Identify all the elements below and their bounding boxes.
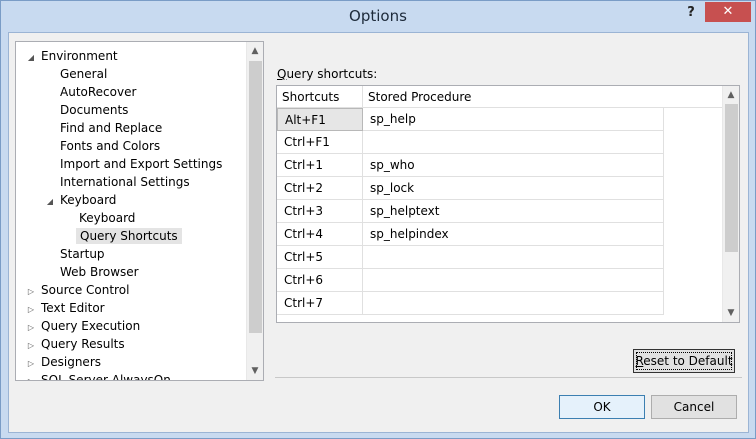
column-header-stored-procedure[interactable]: Stored Procedure (363, 86, 722, 108)
scroll-up-icon[interactable]: ▲ (723, 87, 739, 103)
tree-item-label: General (60, 67, 108, 81)
stored-procedure-cell[interactable]: sp_who (363, 154, 664, 177)
stored-procedure-cell[interactable]: sp_help (363, 108, 664, 131)
tree-item[interactable]: AutoRecover (43, 83, 139, 101)
stored-procedure-cell[interactable] (363, 131, 664, 154)
tree-item-label: Fonts and Colors (60, 139, 161, 153)
tree-item-label: Source Control (41, 283, 130, 297)
stored-procedure-cell[interactable]: sp_helptext (363, 200, 664, 223)
dialog-body: ◢ Environment General AutoRecover Documents F… (8, 32, 749, 433)
shortcut-cell[interactable]: Ctrl+4 (277, 223, 363, 246)
help-button[interactable]: ? (681, 4, 701, 24)
tree-item-label: Environment (41, 49, 118, 63)
cancel-button[interactable]: Cancel (651, 395, 737, 419)
shortcut-cell[interactable]: Alt+F1 (277, 108, 363, 131)
tree-item-label: Documents (60, 103, 129, 117)
grid-header: Shortcuts Stored Procedure (277, 86, 722, 108)
table-row[interactable]: Ctrl+2 sp_lock (277, 177, 664, 200)
shortcut-cell[interactable]: Ctrl+5 (277, 246, 363, 269)
collapse-arrow-icon[interactable]: ◢ (43, 193, 57, 211)
tree-item-label: AutoRecover (60, 85, 137, 99)
tree-item[interactable]: ▷SQL Server AlwaysOn (24, 371, 174, 381)
table-row[interactable]: Ctrl+1 sp_who (277, 154, 664, 177)
tree-item[interactable]: Import and Export Settings (43, 155, 225, 173)
tree-item[interactable]: ▷ Query Results (24, 335, 128, 353)
tree-item[interactable]: Find and Replace (43, 119, 165, 137)
tree-item-label: Keyboard (79, 211, 136, 225)
tree-item[interactable]: Web Browser (43, 263, 142, 281)
tree-item[interactable]: Fonts and Colors (43, 137, 163, 155)
shortcut-cell[interactable]: Ctrl+F1 (277, 131, 363, 154)
tree-item[interactable]: ▷ Text Editor (24, 299, 108, 317)
shortcut-cell[interactable]: Ctrl+6 (277, 269, 363, 292)
stored-procedure-cell[interactable] (363, 269, 664, 292)
scroll-thumb[interactable] (725, 104, 738, 252)
tree-item[interactable]: General (43, 65, 110, 83)
table-row[interactable]: Ctrl+5 (277, 246, 664, 269)
tree-item-label: SQL Server AlwaysOn (41, 373, 171, 381)
collapse-arrow-icon[interactable]: ◢ (24, 49, 38, 67)
tree-item[interactable]: Startup (43, 245, 108, 263)
tree-item[interactable]: ◢ Environment (24, 47, 121, 65)
separator (275, 377, 742, 378)
tree-item-label: Text Editor (41, 301, 105, 315)
tree-item[interactable]: Documents (43, 101, 131, 119)
tree-item[interactable]: Query Shortcuts (62, 227, 182, 245)
tree-item-label: Find and Replace (60, 121, 163, 135)
ok-button[interactable]: OK (559, 395, 645, 419)
table-row[interactable]: Ctrl+F1 (277, 131, 664, 154)
tree-item-label: Startup (60, 247, 105, 261)
tree-item[interactable]: ◢ Keyboard (43, 191, 119, 209)
scroll-down-icon[interactable]: ▼ (247, 363, 263, 379)
table-row[interactable]: Ctrl+7 (277, 292, 664, 315)
column-header-shortcuts[interactable]: Shortcuts (277, 86, 363, 108)
options-tree[interactable]: ◢ Environment General AutoRecover Documents F… (15, 41, 264, 381)
stored-procedure-cell[interactable] (363, 292, 664, 315)
table-row[interactable]: Alt+F1 sp_help (277, 108, 664, 131)
tree-item-label: International Settings (60, 175, 190, 189)
tree-item-label: Web Browser (60, 265, 139, 279)
shortcut-cell[interactable]: Ctrl+3 (277, 200, 363, 223)
stored-procedure-cell[interactable] (363, 246, 664, 269)
tree-item-label: Query Results (41, 337, 125, 351)
shortcut-cell[interactable]: Ctrl+7 (277, 292, 363, 315)
options-dialog: Options ? ✕ ◢ Environment General AutoRecov… (0, 0, 756, 439)
stored-procedure-cell[interactable]: sp_lock (363, 177, 664, 200)
tree-item-label: Import and Export Settings (60, 157, 223, 171)
tree-item-label: Keyboard (60, 193, 117, 207)
tree-item[interactable]: ▷ Source Control (24, 281, 132, 299)
dialog-title: Options (349, 7, 407, 25)
query-shortcuts-grid[interactable]: Shortcuts Stored Procedure Alt+F1 sp_help… (276, 85, 740, 323)
table-row[interactable]: Ctrl+6 (277, 269, 664, 292)
tree-item-label: Designers (41, 355, 101, 369)
tree-item[interactable]: ▷ Designers (24, 353, 104, 371)
table-row[interactable]: Ctrl+4 sp_helpindex (277, 223, 664, 246)
scroll-down-icon[interactable]: ▼ (723, 305, 739, 321)
tree-scrollbar[interactable]: ▲ ▼ (246, 42, 263, 380)
grid-scrollbar[interactable]: ▲ ▼ (722, 86, 739, 322)
title-bar[interactable]: Options ? ✕ (1, 1, 755, 32)
tree-item[interactable]: International Settings (43, 173, 193, 191)
scroll-up-icon[interactable]: ▲ (247, 43, 263, 59)
tree-item-label: Query Shortcuts (76, 228, 182, 244)
scroll-thumb[interactable] (249, 61, 262, 333)
table-row[interactable]: Ctrl+3 sp_helptext (277, 200, 664, 223)
query-shortcuts-label: Query shortcuts: (277, 67, 378, 81)
reset-to-default-button[interactable]: Reset to Default (633, 349, 735, 373)
shortcut-cell[interactable]: Ctrl+1 (277, 154, 363, 177)
tree-item-label: Query Execution (41, 319, 141, 333)
tree-item[interactable]: Keyboard (62, 209, 138, 227)
tree-item[interactable]: ▷ Query Execution (24, 317, 143, 335)
shortcut-cell[interactable]: Ctrl+2 (277, 177, 363, 200)
stored-procedure-cell[interactable]: sp_helpindex (363, 223, 664, 246)
expand-arrow-icon[interactable]: ▷ (24, 373, 38, 380)
close-button[interactable]: ✕ (705, 2, 751, 22)
